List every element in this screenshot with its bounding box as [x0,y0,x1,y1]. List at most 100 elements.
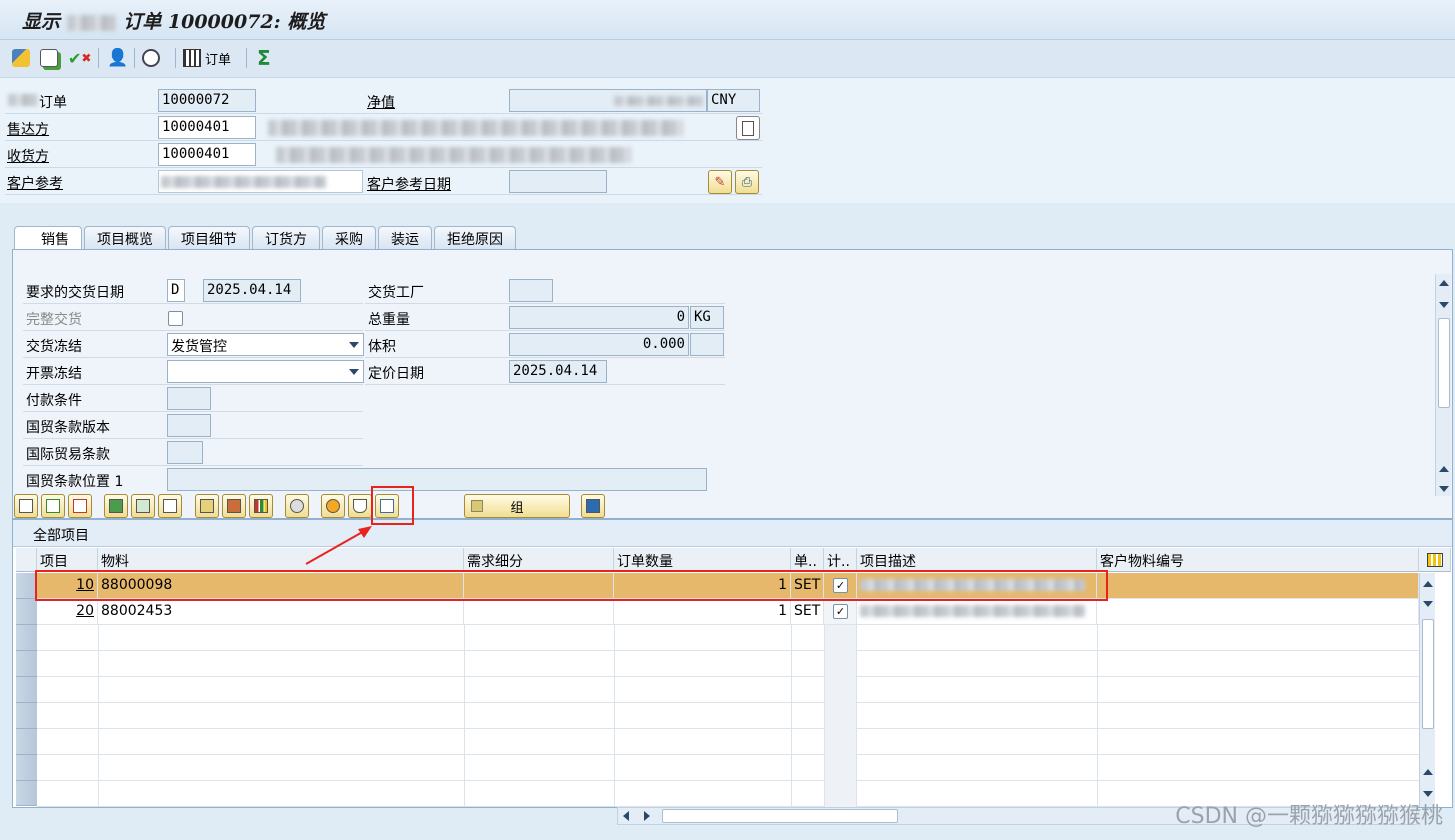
currency-field[interactable]: CNY [707,89,760,112]
billing-block-select[interactable] [167,360,364,383]
pricing-date-field[interactable]: 2025.04.14 [509,360,607,383]
select-block-button[interactable] [131,494,155,518]
scroll-up-icon[interactable] [1439,280,1449,286]
calc-cell[interactable]: ✓ [824,599,857,625]
group-button[interactable]: 组 [464,494,570,518]
edit-header-button[interactable]: ✎ [708,170,732,194]
incoterms-field[interactable] [167,441,203,464]
complete-delivery-checkbox[interactable] [168,311,183,326]
calc-checkbox[interactable]: ✓ [833,604,848,619]
item-number-cell[interactable]: 20 [37,599,98,625]
order-number-field[interactable]: 10000072 [158,89,256,112]
document-flow-button[interactable] [40,47,58,69]
delivering-plant-field[interactable] [509,279,553,302]
delete-row-icon [73,499,87,513]
req-delivery-date-field[interactable]: 2025.04.14 [203,279,301,302]
select-all-button[interactable] [104,494,128,518]
row-selector[interactable] [16,651,37,677]
document-button[interactable] [736,116,760,140]
net-value-field[interactable] [509,89,707,112]
hierarchy-button[interactable] [581,494,605,518]
redacted-text [8,94,38,106]
insert-row-button[interactable] [41,494,65,518]
availability-button[interactable] [222,494,246,518]
check-button[interactable]: ✔ ✖ [68,47,91,69]
sold-to-field[interactable]: 10000401 [158,116,256,139]
delivery-block-select[interactable]: 发货管控 [167,333,364,356]
customer-reference-date-field[interactable] [509,170,607,193]
requirement-segment-cell[interactable] [464,599,614,625]
total-weight-field[interactable]: 0 [509,306,689,329]
row-selector[interactable] [16,703,37,729]
scroll-thumb[interactable] [1438,318,1450,408]
date-type-field[interactable]: D [167,279,185,302]
column-header-item[interactable]: 项目 [37,548,98,572]
column-header-requirement-segment[interactable]: 需求细分 [464,548,614,572]
scroll-right-icon[interactable] [644,811,650,821]
column-header-selector[interactable] [16,548,37,572]
scroll-up-icon[interactable] [1423,581,1433,587]
row-selector[interactable] [16,781,37,806]
scroll-down-icon[interactable] [1439,486,1449,492]
column-header-order-quantity[interactable]: 订单数量 [614,548,791,572]
customer-material-cell[interactable] [1097,599,1419,625]
incoterms-version-field[interactable] [167,414,211,437]
display-change-button[interactable] [12,47,30,69]
scroll-left-icon[interactable] [623,811,629,821]
tab-ordering-party[interactable]: 订货方 [252,226,320,250]
unit-cell[interactable]: SET [791,599,824,625]
item-description-cell[interactable] [857,599,1097,625]
row-selector[interactable] [16,677,37,703]
row-selector[interactable] [16,625,37,651]
delete-row-button[interactable] [68,494,92,518]
tab-item-detail[interactable]: 项目细节 [168,226,250,250]
scroll-up-icon[interactable] [1423,769,1433,775]
row-selector[interactable] [16,755,37,781]
column-header-item-description[interactable]: 项目描述 [857,548,1097,572]
scroll-up-icon[interactable] [1439,466,1449,472]
partner-button[interactable]: 👤 [107,47,128,69]
column-settings-button[interactable] [1419,548,1451,572]
row-selector[interactable] [16,729,37,755]
incoterms-location-field[interactable] [167,468,707,491]
volume-field[interactable]: 0.000 [509,333,689,356]
column-header-material[interactable]: 物料 [98,548,464,572]
pricing-button[interactable] [249,494,273,518]
sum-button[interactable]: Σ [257,46,271,70]
scroll-thumb[interactable] [662,809,898,823]
order-quantity-cell[interactable]: 1 [614,599,791,625]
tab-shipping[interactable]: 装运 [378,226,432,250]
tab-sales[interactable]: 销售 [14,226,82,250]
tab-procurement[interactable]: 采购 [322,226,376,250]
column-header-unit[interactable]: 单.. [791,548,824,572]
status-overview-button[interactable] [142,47,160,69]
material-cell[interactable]: 88002453 [98,599,464,625]
scroll-down-icon[interactable] [1423,601,1433,607]
customer-material-cell[interactable] [1097,573,1419,599]
tab-rejection-reason[interactable]: 拒绝原因 [434,226,516,250]
scroll-down-icon[interactable] [1423,791,1433,797]
refresh-button[interactable] [321,494,345,518]
order-button[interactable]: 订单 [183,47,231,69]
customer-reference-field[interactable] [158,170,363,193]
scroll-thumb[interactable] [1422,619,1434,729]
scroll-down-icon[interactable] [1439,302,1449,308]
weight-unit-field[interactable]: KG [690,306,724,329]
payment-terms-field[interactable] [167,387,211,410]
row-selector[interactable] [16,599,37,625]
ship-to-field[interactable]: 10000401 [158,143,256,166]
schedule-lines-button[interactable] [285,494,309,518]
volume-unit-field[interactable] [690,333,724,356]
panel-vertical-scrollbar[interactable] [1435,274,1451,496]
table-vertical-scrollbar[interactable] [1419,573,1435,807]
tab-item-overview[interactable]: 项目概览 [84,226,166,250]
deselect-all-button[interactable] [158,494,182,518]
column-header-calc[interactable]: 计.. [824,548,857,572]
flask-button[interactable] [348,494,372,518]
item-detail-button[interactable] [14,494,38,518]
row-selector[interactable] [16,573,37,599]
configuration-button[interactable] [195,494,219,518]
column-header-customer-material[interactable]: 客户物料编号 [1097,548,1419,572]
print-button[interactable]: ⎙ [735,170,759,194]
chevron-down-icon [349,369,359,375]
